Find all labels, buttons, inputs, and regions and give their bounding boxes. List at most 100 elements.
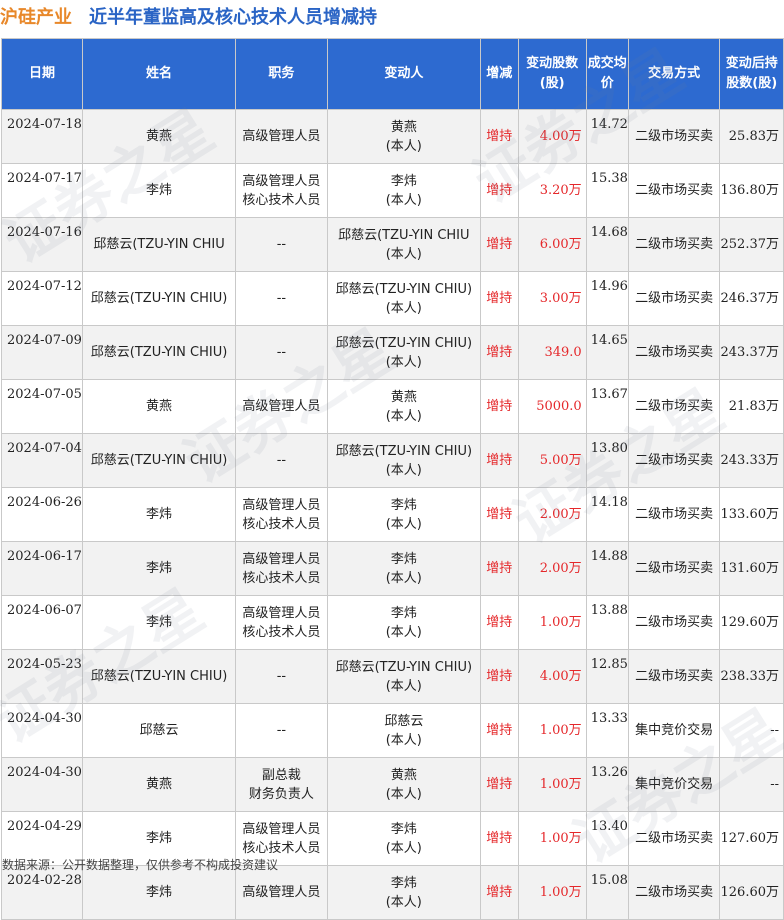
cell-changer: 黄燕 (本人) bbox=[326, 379, 481, 434]
cell-direction: 增持 bbox=[479, 109, 519, 164]
cell-direction: 增持 bbox=[479, 595, 519, 650]
col-header-changer: 变动人 bbox=[326, 38, 481, 110]
cell-date: 2024-04-30 bbox=[1, 757, 83, 812]
cell-date: 2024-07-04 bbox=[1, 433, 83, 488]
col-header-name: 姓名 bbox=[81, 38, 237, 110]
cell-after: -- bbox=[719, 703, 784, 758]
cell-direction: 增持 bbox=[479, 541, 519, 596]
cell-role: -- bbox=[235, 433, 328, 488]
cell-after: 252.37万 bbox=[719, 217, 784, 272]
cell-method: 二级市场买卖 bbox=[627, 487, 721, 542]
cell-amount: 5.00万 bbox=[517, 433, 587, 488]
cell-price: 14.68 bbox=[585, 217, 629, 272]
cell-changer: 邱慈云(TZU-YIN CHIU) (本人) bbox=[326, 325, 481, 380]
col-header-after: 变动后持股数(股) bbox=[719, 38, 784, 110]
cell-direction: 增持 bbox=[479, 379, 519, 434]
cell-after: 129.60万 bbox=[719, 595, 784, 650]
cell-date: 2024-07-09 bbox=[1, 325, 83, 380]
cell-method: 二级市场买卖 bbox=[627, 865, 721, 920]
cell-price: 13.26 bbox=[585, 757, 629, 812]
cell-changer: 李炜 (本人) bbox=[326, 865, 481, 920]
cell-direction: 增持 bbox=[479, 433, 519, 488]
cell-after: 133.60万 bbox=[719, 487, 784, 542]
cell-name: 李炜 bbox=[81, 541, 237, 596]
cell-direction: 增持 bbox=[479, 271, 519, 326]
cell-method: 二级市场买卖 bbox=[627, 541, 721, 596]
cell-method: 二级市场买卖 bbox=[627, 649, 721, 704]
cell-direction: 增持 bbox=[479, 865, 519, 920]
cell-amount: 3.00万 bbox=[517, 271, 587, 326]
table-row: 2024-05-23 邱慈云(TZU-YIN CHIU) -- 邱慈云(TZU-YIN… bbox=[1, 649, 784, 704]
cell-price: 12.85 bbox=[585, 649, 629, 704]
col-header-direction: 增减 bbox=[479, 38, 519, 110]
cell-role: -- bbox=[235, 271, 328, 326]
cell-changer: 李炜 (本人) bbox=[326, 811, 481, 866]
cell-date: 2024-07-16 bbox=[1, 217, 83, 272]
cell-role: -- bbox=[235, 325, 328, 380]
cell-role: 高级管理人员 核心技术人员 bbox=[235, 163, 328, 218]
cell-role: 高级管理人员 核心技术人员 bbox=[235, 541, 328, 596]
cell-changer: 黄燕 (本人) bbox=[326, 109, 481, 164]
cell-price: 14.18 bbox=[585, 487, 629, 542]
cell-amount: 2.00万 bbox=[517, 487, 587, 542]
cell-amount: 1.00万 bbox=[517, 595, 587, 650]
table-row: 2024-07-17 李炜 高级管理人员 核心技术人员 李炜 (本人) 增持 3.20万 15.… bbox=[1, 163, 784, 218]
table-row: 2024-06-07 李炜 高级管理人员 核心技术人员 李炜 (本人) 增持 1.00万 13.… bbox=[1, 595, 784, 650]
cell-after: 238.33万 bbox=[719, 649, 784, 704]
cell-name: 黄燕 bbox=[81, 757, 237, 812]
cell-name: 黄燕 bbox=[81, 109, 237, 164]
cell-price: 14.88 bbox=[585, 541, 629, 596]
cell-price: 14.96 bbox=[585, 271, 629, 326]
cell-date: 2024-06-07 bbox=[1, 595, 83, 650]
cell-role: 高级管理人员 核心技术人员 bbox=[235, 595, 328, 650]
cell-after: 136.80万 bbox=[719, 163, 784, 218]
cell-name: 李炜 bbox=[81, 595, 237, 650]
table-header-row: 日期 姓名 职务 变动人 增减 变动股数(股) 成交均价 交易方式 变动后持股数… bbox=[1, 38, 784, 110]
cell-direction: 增持 bbox=[479, 703, 519, 758]
cell-price: 13.80 bbox=[585, 433, 629, 488]
cell-amount: 1.00万 bbox=[517, 757, 587, 812]
cell-method: 二级市场买卖 bbox=[627, 163, 721, 218]
cell-price: 14.65 bbox=[585, 325, 629, 380]
cell-direction: 增持 bbox=[479, 163, 519, 218]
cell-role: 高级管理人员 核心技术人员 bbox=[235, 487, 328, 542]
col-header-role: 职务 bbox=[235, 38, 328, 110]
cell-amount: 1.00万 bbox=[517, 865, 587, 920]
cell-method: 二级市场买卖 bbox=[627, 595, 721, 650]
cell-amount: 5000.0 bbox=[517, 379, 587, 434]
table-row: 2024-04-30 黄燕 副总裁 财务负责人 黄燕 (本人) 增持 1.00万 13.26 集中… bbox=[1, 757, 784, 812]
cell-date: 2024-04-30 bbox=[1, 703, 83, 758]
cell-method: 二级市场买卖 bbox=[627, 433, 721, 488]
cell-after: 25.83万 bbox=[719, 109, 784, 164]
cell-date: 2024-07-05 bbox=[1, 379, 83, 434]
cell-price: 14.72 bbox=[585, 109, 629, 164]
company-name: 沪硅产业 bbox=[0, 7, 72, 28]
cell-changer: 黄燕 (本人) bbox=[326, 757, 481, 812]
cell-price: 15.08 bbox=[585, 865, 629, 920]
cell-name: 黄燕 bbox=[81, 379, 237, 434]
cell-amount: 1.00万 bbox=[517, 811, 587, 866]
cell-after: 21.83万 bbox=[719, 379, 784, 434]
cell-amount: 1.00万 bbox=[517, 703, 587, 758]
cell-method: 二级市场买卖 bbox=[627, 271, 721, 326]
cell-method: 二级市场买卖 bbox=[627, 217, 721, 272]
cell-name: 邱慈云 bbox=[81, 703, 237, 758]
cell-changer: 邱慈云(TZU-YIN CHIU) (本人) bbox=[326, 271, 481, 326]
table-body: 2024-07-18 黄燕 高级管理人员 黄燕 (本人) 增持 4.00万 14.72 二级市场… bbox=[1, 109, 784, 920]
cell-name: 李炜 bbox=[81, 487, 237, 542]
cell-after: 126.60万 bbox=[719, 865, 784, 920]
cell-changer: 邱慈云(TZU-YIN CHIU) (本人) bbox=[326, 433, 481, 488]
cell-amount: 4.00万 bbox=[517, 109, 587, 164]
cell-role: -- bbox=[235, 649, 328, 704]
cell-method: 二级市场买卖 bbox=[627, 109, 721, 164]
table-row: 2024-07-09 邱慈云(TZU-YIN CHIU) -- 邱慈云(TZU-YIN… bbox=[1, 325, 784, 380]
table-row: 2024-02-28 李炜 高级管理人员 李炜 (本人) 增持 1.00万 15.08 二级市场… bbox=[1, 865, 784, 920]
cell-price: 13.33 bbox=[585, 703, 629, 758]
cell-changer: 邱慈云(TZU-YIN CHIU (本人) bbox=[326, 217, 481, 272]
cell-role: -- bbox=[235, 217, 328, 272]
table-row: 2024-04-30 邱慈云 -- 邱慈云 (本人) 增持 1.00万 13.33 集中竞价交易… bbox=[1, 703, 784, 758]
cell-role: 高级管理人员 bbox=[235, 379, 328, 434]
cell-name: 李炜 bbox=[81, 865, 237, 920]
page-title: 近半年董监高及核心技术人员增减持 bbox=[89, 7, 377, 28]
cell-amount: 6.00万 bbox=[517, 217, 587, 272]
